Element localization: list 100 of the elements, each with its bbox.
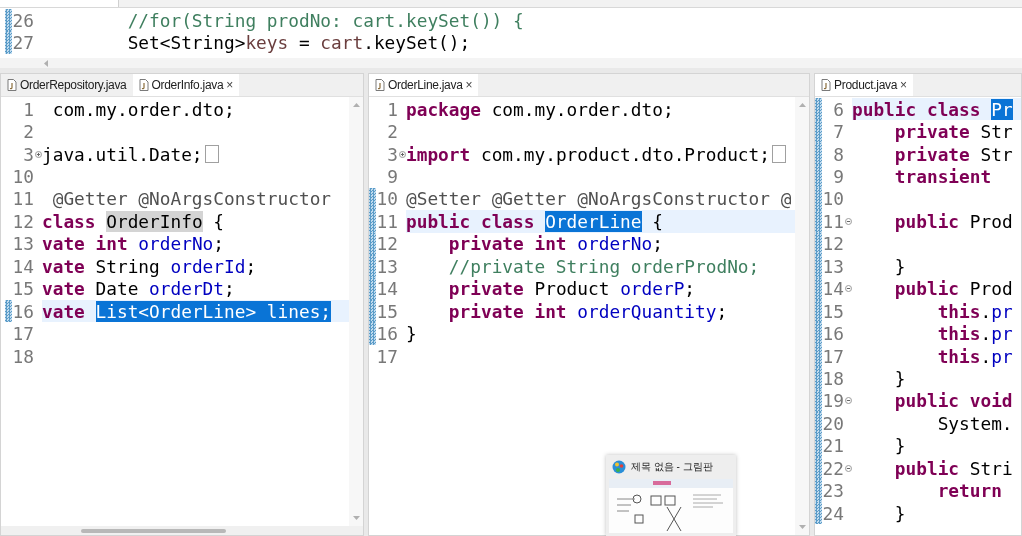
line-number: 13 [12,233,34,255]
code-line: import com.my.product.dto.Product; [406,142,795,166]
line-number: 11 [376,210,398,232]
line-number: 23 [822,480,844,502]
java-file-icon [7,79,17,91]
line-number: 14 [376,278,398,300]
scroll-down-icon[interactable] [352,516,360,520]
collapse-icon[interactable] [844,217,852,225]
line-number: 12 [822,233,844,255]
line-number: 10 [376,188,398,210]
line-number: 24 [822,502,844,524]
code-line: vate int orderNo; [42,232,225,256]
line-number: 9 [386,166,398,188]
code-line: transient [893,165,993,188]
line-number: 14 [822,278,844,300]
code-line: } [893,501,907,525]
taskbar-preview[interactable]: 제목 없음 - 그림판 [606,455,736,536]
line-number: 15 [12,278,34,300]
code-line: } [893,367,907,390]
line-number: 11 [12,188,34,210]
line-number: 22 [822,457,844,479]
collapse-icon[interactable] [844,285,852,293]
scroll-down-icon[interactable] [798,525,806,529]
scroll-up-icon[interactable] [798,103,806,107]
line-number: 11 [822,210,844,232]
code-line: vate Date orderDt; [42,277,236,300]
line-number: 14 [12,255,34,277]
line-number: 9 [832,166,844,188]
palette-icon [612,460,626,474]
line-number: 17 [12,323,34,345]
line-number: 18 [12,345,34,367]
line-number: 3 [386,143,398,165]
code-line: return [936,479,1003,502]
expand-icon[interactable] [34,150,42,158]
code-line: } [893,434,907,457]
line-number: 2 [386,121,398,143]
line-number: 17 [376,345,398,367]
code-line: this.pr [936,322,1014,345]
code-line: public Prod [893,277,1014,300]
line-number: 13 [376,255,398,277]
line-number: 20 [822,412,844,434]
expand-icon[interactable] [398,150,406,158]
code-line: private Product orderP; [447,277,697,300]
line-number: 18 [822,367,844,389]
line-number: 15 [822,300,844,322]
code-line: public Prod [893,210,1014,233]
editor-tab[interactable]: OrderInfo.java × [132,74,240,96]
editor-tab[interactable]: Product.java × [815,74,913,96]
java-file-icon [821,79,831,91]
code-line: com.my.order.dto; [51,98,236,121]
line-number: 8 [832,143,844,165]
window-title: 제목 없음 - 그림판 [631,460,713,474]
line-number: 7 [832,121,844,143]
java-file-icon [375,79,385,91]
code-line: vate String orderId; [42,255,258,278]
code-line: public Stri [893,457,1014,480]
code-line: Set<String>keys = cart.keySet(); [126,31,472,54]
line-number: 3 [22,143,34,165]
code-line: @Setter @Getter @NoArgsConstructor @ [406,187,793,211]
code-line: this.pr [936,344,1014,368]
code-line: } [893,255,907,278]
code-line: //for(String prodNo: cart.keySet()) { [126,9,525,32]
code-line: @Getter @NoArgsConstructor [51,187,333,211]
code-line: this.pr [936,299,1014,323]
code-line: public void [893,389,1014,413]
line-number: 13 [822,255,844,277]
line-number: 19 [822,390,844,412]
code-line: private int orderQuantity; [447,299,729,323]
code-line: } [406,322,418,345]
line-number: 17 [822,345,844,367]
line-number: 1 [386,98,398,120]
line-number: 16 [376,323,398,345]
line-number: 1 [22,98,34,120]
line-number: 16 [822,323,844,345]
line-number: 15 [376,300,398,322]
code-line: private Str [893,120,1014,143]
code-line: package com.my.order.dto; [406,98,675,121]
code-line: private Str [893,142,1014,166]
line-number: 10 [822,188,844,210]
editor-tab[interactable]: OrderLine.java × [369,74,479,96]
folded-code-icon[interactable] [772,145,786,164]
scroll-up-icon[interactable] [352,103,360,107]
line-number: 27 [12,32,34,54]
scroll-left-icon[interactable] [44,59,48,67]
folded-code-icon[interactable] [204,145,219,164]
code-line: System. [936,412,1014,435]
code-line: //private String orderProdNo; [447,255,761,278]
line-number: 6 [832,98,844,120]
code-line: java.util.Date; [42,142,349,166]
code-line: class OrderInfo { [42,210,225,233]
scrollbar-thumb[interactable] [81,528,226,533]
collapse-icon[interactable] [844,397,852,405]
line-number: 12 [12,210,34,232]
line-number: 10 [12,166,34,188]
line-number: 16 [12,300,34,322]
java-file-icon [138,79,149,91]
collapse-icon[interactable] [844,464,852,472]
line-number: 12 [376,233,398,255]
line-number: 21 [822,435,844,457]
line-number: 2 [22,121,34,143]
